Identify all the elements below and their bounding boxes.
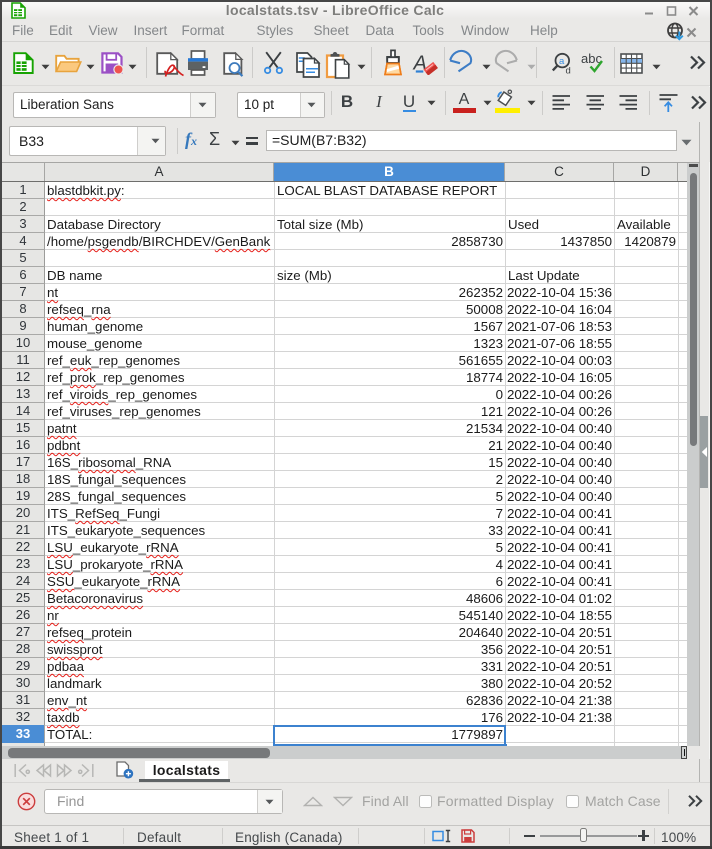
svg-text:a: a xyxy=(559,56,565,67)
svg-text:d: d xyxy=(566,66,571,76)
